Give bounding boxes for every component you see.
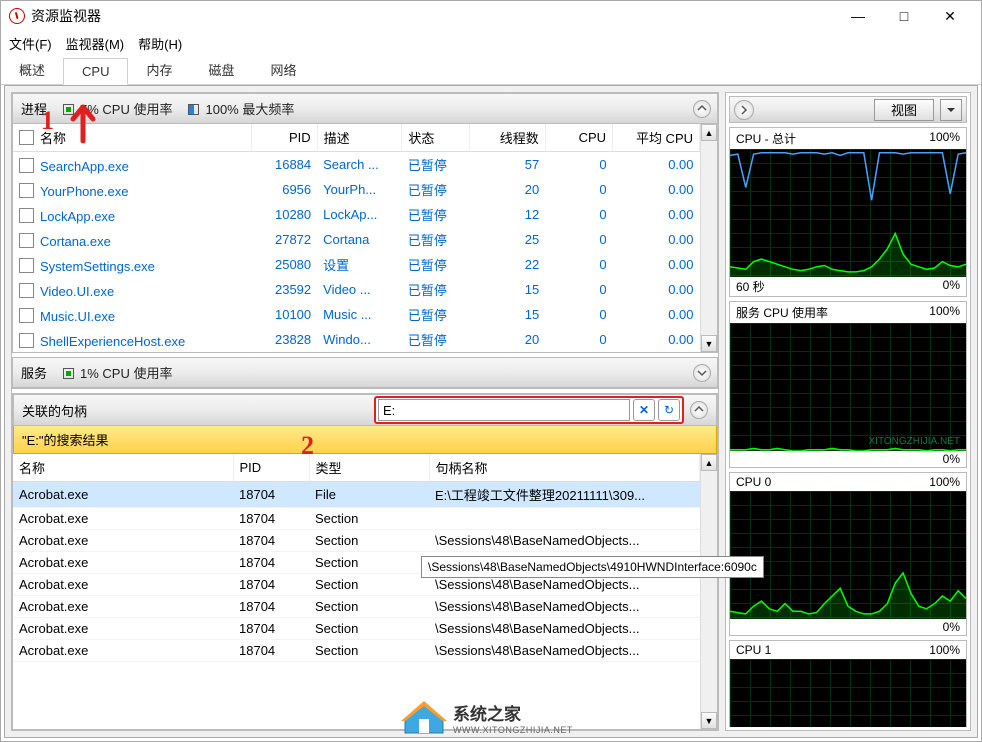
services-panel: 服务 1% CPU 使用率 — [12, 357, 718, 389]
menu-monitor[interactable]: 监视器(M) — [66, 34, 125, 53]
maximize-button[interactable]: □ — [881, 1, 927, 31]
table-row[interactable]: YourPhone.exe6956YourPh...已暂停2000.00 — [13, 177, 700, 202]
close-button[interactable]: ✕ — [927, 1, 973, 31]
chart-0: CPU - 总计100% 60 秒0% — [729, 127, 967, 297]
table-row[interactable]: Acrobat.exe18704Section — [13, 508, 700, 530]
square-green-icon — [63, 368, 74, 379]
col-threads[interactable]: 线程数 — [469, 124, 545, 152]
tab-cpu[interactable]: CPU — [63, 58, 128, 85]
menu-help[interactable]: 帮助(H) — [138, 34, 182, 53]
col-htype[interactable]: 类型 — [309, 454, 429, 482]
table-row[interactable]: Video.UI.exe23592Video ...已暂停1500.00 — [13, 277, 700, 302]
table-row[interactable]: ShellExperienceHost.exe23828Windo...已暂停2… — [13, 327, 700, 352]
table-row[interactable]: LockApp.exe10280LockAp...已暂停1200.00 — [13, 202, 700, 227]
collapse-button[interactable] — [690, 401, 708, 419]
titlebar: 资源监视器 — □ ✕ — [1, 1, 981, 31]
search-results-caption: "E:"的搜索结果 — [13, 426, 717, 454]
processes-scrollbar[interactable]: ▲▼ — [700, 124, 717, 352]
minimize-button[interactable]: — — [835, 1, 881, 31]
col-status[interactable]: 状态 — [402, 124, 469, 152]
table-row[interactable]: Acrobat.exe18704Section\Sessions\48\Base… — [13, 596, 700, 618]
clear-search-icon[interactable]: ✕ — [633, 399, 655, 421]
view-dropdown-icon[interactable] — [940, 99, 962, 121]
annotation-1: 1 — [41, 106, 54, 136]
chart-3: CPU 1100% — [729, 640, 967, 727]
handles-title: 关联的句柄 — [22, 401, 87, 420]
processes-table: 名称 PID 描述 状态 线程数 CPU 平均 CPU SearchApp.ex… — [13, 124, 700, 352]
square-blue-icon — [188, 104, 199, 115]
col-desc[interactable]: 描述 — [317, 124, 402, 152]
col-cpu[interactable]: CPU — [545, 124, 612, 152]
expand-button[interactable] — [693, 364, 711, 382]
col-hpid[interactable]: PID — [233, 454, 309, 482]
table-row[interactable]: Acrobat.exe18704Section\Sessions\48\Base… — [13, 530, 700, 552]
handle-tooltip: \Sessions\48\BaseNamedObjects\4910HWNDIn… — [421, 556, 764, 578]
tab-bar: 概述 CPU 内存 磁盘 网络 — [1, 55, 981, 85]
services-title: 服务 — [21, 363, 47, 382]
collapse-button[interactable] — [693, 100, 711, 118]
annotation-2: 2 — [301, 431, 314, 461]
tab-memory[interactable]: 内存 — [128, 55, 190, 84]
table-row[interactable]: Acrobat.exe18704FileE:\工程竣工文件整理20211111\… — [13, 482, 700, 508]
table-row[interactable]: SearchApp.exe16884Search ...已暂停5700.00 — [13, 152, 700, 178]
menubar: 文件(F) 监视器(M) 帮助(H) — [1, 31, 981, 55]
watermark-logo: 系统之家 WWW.XITONGZHIJIA.NET — [401, 697, 573, 737]
table-row[interactable]: Acrobat.exe18704Section\Sessions\48\Base… — [13, 640, 700, 662]
annotation-arrow-icon — [65, 101, 101, 145]
nav-right-button[interactable] — [734, 100, 754, 120]
table-row[interactable]: SystemSettings.exe25080设置已暂停2200.00 — [13, 252, 700, 277]
app-icon — [9, 8, 25, 24]
handles-scrollbar[interactable]: ▲▼ — [700, 454, 717, 729]
services-cpu-stat: 1% CPU 使用率 — [80, 363, 172, 382]
col-pid[interactable]: PID — [252, 124, 317, 152]
table-row[interactable]: Cortana.exe27872Cortana已暂停2500.00 — [13, 227, 700, 252]
col-hname[interactable]: 名称 — [13, 454, 233, 482]
house-icon — [401, 697, 447, 737]
processes-panel: 进程 7% CPU 使用率 100% 最大频率 名称 PID 描述 状态 — [12, 93, 718, 353]
col-avgcpu[interactable]: 平均 CPU — [613, 124, 700, 152]
col-hhandle[interactable]: 句柄名称 — [429, 454, 700, 482]
chart-1: 服务 CPU 使用率100% XITONGZHIJIA.NET 0% — [729, 301, 967, 468]
tab-disk[interactable]: 磁盘 — [190, 55, 252, 84]
view-button[interactable]: 视图 — [874, 99, 934, 121]
max-freq-stat: 100% 最大频率 — [205, 99, 294, 118]
menu-file[interactable]: 文件(F) — [9, 34, 52, 53]
tab-network[interactable]: 网络 — [253, 55, 315, 84]
window-title: 资源监视器 — [31, 6, 835, 26]
tab-overview[interactable]: 概述 — [1, 55, 63, 84]
right-toolbar: 视图 — [729, 96, 967, 123]
table-row[interactable]: Acrobat.exe18704Section\Sessions\48\Base… — [13, 618, 700, 640]
handles-search-box: ✕ ↻ — [374, 396, 684, 424]
refresh-search-icon[interactable]: ↻ — [658, 399, 680, 421]
handles-search-input[interactable] — [378, 399, 630, 421]
table-row[interactable]: Music.UI.exe10100Music ...已暂停1500.00 — [13, 302, 700, 327]
chart-2: CPU 0100% 0% — [729, 472, 967, 636]
